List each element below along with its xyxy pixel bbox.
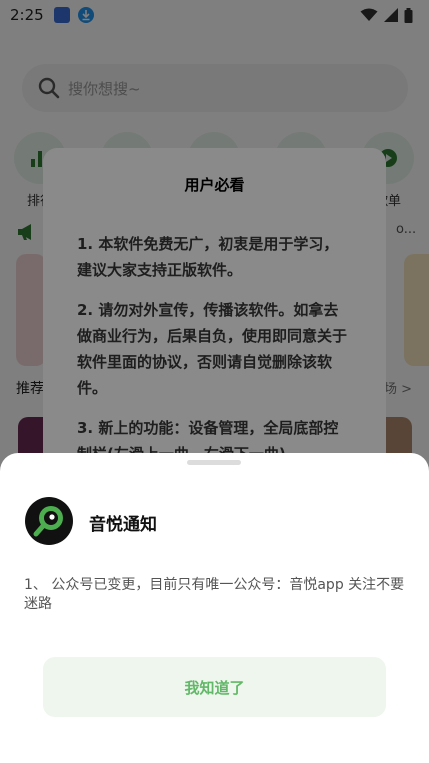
notice-paragraph: 2. 请勿对外宣传，传播该软件。如拿去做商业行为，后果自负，使用即同意关于软件里… — [77, 301, 348, 397]
user-notice-dialog: 用户必看 1. 本软件免费无广，初衷是用于学习，建议大家支持正版软件。 2. 请… — [43, 148, 386, 468]
notice-paragraph: 1. 本软件免费无广，初衷是用于学习，建议大家支持正版软件。 — [77, 235, 339, 279]
acknowledge-button[interactable]: 我知道了 — [43, 657, 386, 717]
sheet-title: 音悦通知 — [89, 515, 157, 535]
drag-handle[interactable] — [187, 460, 241, 465]
dialog-title: 用户必看 — [184, 176, 245, 194]
notification-sheet: 音悦通知 1、 公众号已变更，目前只有唯一公众号：音悦app 关注不要迷路 我知… — [0, 453, 429, 763]
app-logo-icon — [25, 497, 73, 545]
sheet-message: 1、 公众号已变更，目前只有唯一公众号：音悦app 关注不要迷路 — [24, 577, 405, 612]
